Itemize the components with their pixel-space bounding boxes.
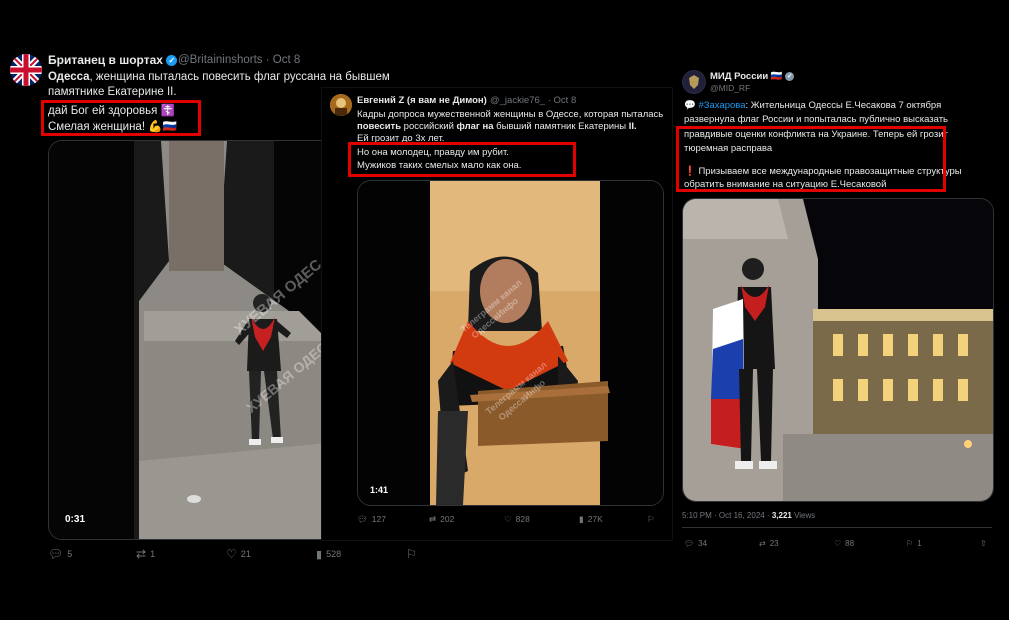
like-button[interactable]: ♡ 21 bbox=[226, 547, 251, 561]
repost-button[interactable]: ⇄ 23 bbox=[759, 539, 779, 548]
tweet-text-line-2: памятнике Екатерине II. bbox=[48, 86, 177, 98]
heart-icon: ♡ bbox=[226, 547, 237, 561]
avatar-union-jack[interactable] bbox=[10, 54, 42, 86]
author-handle[interactable]: @Britaininshorts · Oct 8 bbox=[178, 54, 300, 66]
views-button[interactable]: ▮ 528 bbox=[316, 548, 341, 561]
reply-button[interactable]: 💬︎ 5 bbox=[48, 547, 72, 561]
bookmark-button[interactable]: ⚐ bbox=[647, 514, 655, 525]
like-button[interactable]: ♡ 88 bbox=[834, 539, 854, 548]
views-button[interactable]: ▮ 27K bbox=[579, 514, 603, 525]
bookmark-button[interactable]: ⚐ bbox=[406, 547, 417, 561]
share-icon: ⇧ bbox=[980, 538, 987, 548]
bookmark-icon: ⚐ bbox=[406, 547, 417, 561]
repost-icon: ⇄ bbox=[136, 547, 147, 561]
heart-icon: ♡ bbox=[504, 513, 512, 524]
tweet-text-line-1: 💬 #Захарова: Жительница Одессы Е.Чесаков… bbox=[684, 100, 942, 111]
author-name[interactable]: Евгений Z (я вам не Димон) bbox=[357, 95, 487, 106]
author-name[interactable]: МИД России 🇷🇺 ✓ bbox=[710, 71, 795, 82]
share-button[interactable]: ⇧ bbox=[980, 539, 987, 548]
tweet-action-bar: 💬︎ 127 ⇄ 202 ♡ 828 ▮ 27K ⚐ bbox=[357, 512, 662, 526]
author-handle[interactable]: @_jackie76_ · Oct 8 bbox=[490, 95, 576, 106]
video-frame-interrogation bbox=[358, 181, 663, 505]
tweet-text-line-1: Одесса, женщина пыталась повесить флаг р… bbox=[48, 71, 390, 83]
divider bbox=[682, 527, 992, 528]
bookmark-icon: ⚐ bbox=[906, 538, 914, 548]
tweet-card-jackie76: Евгений Z (я вам не Димон) @_jackie76_ ·… bbox=[322, 88, 672, 540]
reply-button[interactable]: 💬︎ 127 bbox=[357, 514, 386, 525]
highlight-box bbox=[41, 100, 201, 136]
avatar-jackie76[interactable] bbox=[330, 94, 352, 116]
tweet-text-line-2: повесить российский флаг на бывший памят… bbox=[357, 121, 637, 132]
photo-woman-flag bbox=[683, 199, 993, 501]
views-icon: ▮ bbox=[579, 513, 584, 524]
video-player[interactable]: Телеграмм канал ОдессаИнфо Телеграмм кан… bbox=[357, 180, 664, 506]
tweet-action-bar: 💬︎ 34 ⇄ 23 ♡ 88 ⚐ 1 ⇧ bbox=[684, 536, 992, 550]
author-handle[interactable]: @MID_RF bbox=[710, 83, 750, 93]
tweet-text-line-1: Кадры допроса мужественной женщины в Оде… bbox=[357, 109, 664, 120]
repost-icon: ⇄ bbox=[429, 513, 437, 524]
video-duration: 0:31 bbox=[65, 514, 86, 525]
reply-icon: 💬︎ bbox=[48, 547, 64, 561]
bookmark-icon: ⚐ bbox=[647, 513, 655, 524]
image-photo[interactable] bbox=[682, 198, 994, 502]
repost-button[interactable]: ⇄ 1 bbox=[136, 547, 155, 561]
reply-icon: 💬︎ bbox=[357, 513, 368, 524]
tweet-card-mid-rf: МИД России 🇷🇺 ✓ @MID_RF 💬 #Захарова: Жит… bbox=[672, 60, 1002, 560]
bookmark-button[interactable]: ⚐ 1 bbox=[906, 539, 922, 548]
avatar-mid-emblem[interactable] bbox=[682, 70, 706, 94]
tweet-meta: 5:10 PM · Oct 16, 2024 · 3,221 Views bbox=[682, 511, 816, 520]
tweet-text-line-2: развернула флаг России и попыталась публ… bbox=[684, 114, 948, 125]
verified-badge-icon: ✓ bbox=[166, 55, 178, 67]
author-name[interactable]: Британец в шортах ✓ bbox=[48, 53, 178, 67]
views-icon: ▮ bbox=[316, 548, 323, 561]
repost-icon: ⇄ bbox=[759, 538, 766, 548]
like-button[interactable]: ♡ 828 bbox=[504, 514, 530, 525]
verified-badge-icon: ✓ bbox=[785, 71, 795, 81]
hashtag-link[interactable]: #Захарова bbox=[698, 100, 745, 111]
reply-button[interactable]: 💬︎ 34 bbox=[684, 539, 707, 548]
video-duration: 1:41 bbox=[370, 485, 389, 495]
highlight-box bbox=[676, 126, 946, 192]
heart-icon: ♡ bbox=[834, 538, 842, 548]
highlight-box bbox=[348, 142, 576, 177]
repost-button[interactable]: ⇄ 202 bbox=[429, 514, 454, 525]
tweet-action-bar: 💬︎ 5 ⇄ 1 ♡ 21 ▮ 528 ⚐ bbox=[48, 546, 438, 562]
reply-icon: 💬︎ bbox=[684, 538, 695, 548]
